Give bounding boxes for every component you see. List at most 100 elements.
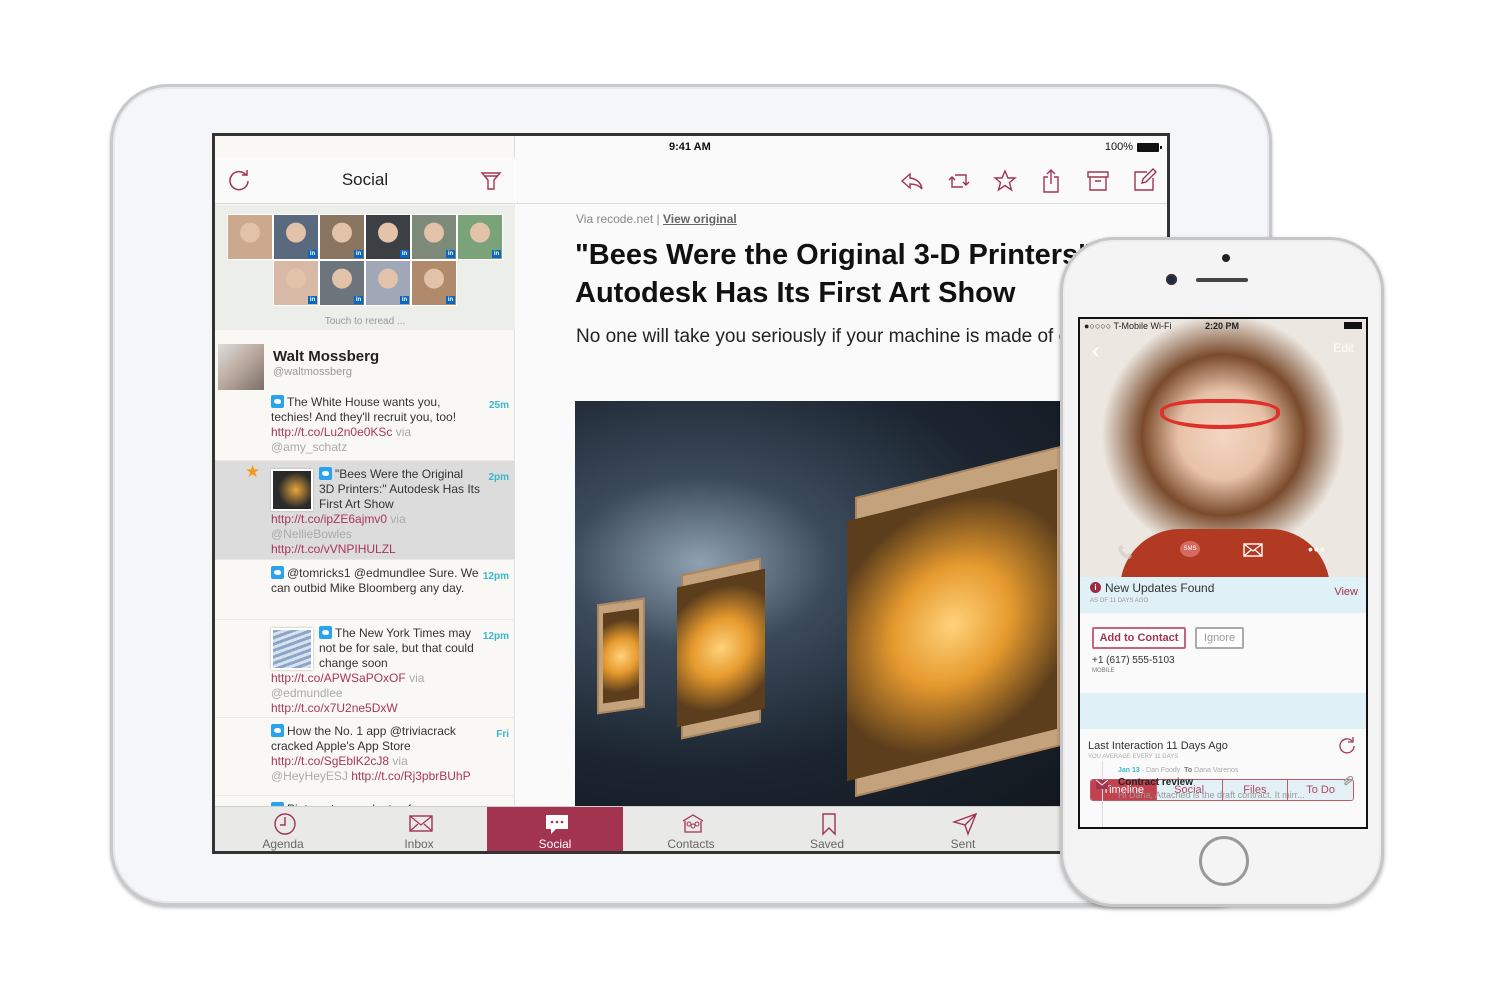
article-photo[interactable] [575,401,1075,806]
iphone-device: ●○○○○ T-Mobile Wi-Fi 2:20 PM ‹ Edit SMS … [1060,237,1384,907]
author-name: Walt Mossberg [273,348,380,365]
tweet-source[interactable]: @amy_schatz [271,440,347,454]
twitter-icon [271,724,284,737]
iphone-speaker [1196,278,1248,282]
phone-number[interactable]: +1 (617) 555-5103 [1092,655,1175,666]
iphone-camera [1166,274,1177,285]
avatar-grid[interactable]: Touch to reread ... in in in in in in in in in [215,205,515,330]
view-original-link[interactable]: View original [663,212,737,226]
iphone-battery-icon [1344,322,1362,329]
author-avatar[interactable] [218,344,264,390]
article-source: Via recode.net | View original [576,212,737,226]
avatar[interactable]: in [319,260,365,306]
tweet-item[interactable]: The White House wants you, techies! And … [215,389,515,461]
tweet-item[interactable]: The New York Times may not be for sale, … [215,620,515,718]
tweet-item[interactable]: @tomricks1 @edmundlee Sure. We can outbi… [215,560,515,620]
ipad-screen: iPad 9:41 AM 100% Social Touch to reread… [212,133,1170,854]
carrier: ●○○○○ T-Mobile Wi-Fi [1084,321,1172,331]
tweet-link[interactable]: http://t.co/APWSaPOxOF [271,671,406,685]
starred-icon[interactable]: ★ [245,463,260,480]
phone-icon[interactable] [1118,544,1134,560]
edit-button[interactable]: Edit [1333,341,1354,355]
updates-banner: i New Updates Found AS OF 11 DAYS AGO Vi… [1080,577,1366,613]
phone-type: MOBILE [1092,668,1115,674]
avatar[interactable]: in [411,214,457,260]
add-to-contact-button[interactable]: Add to Contact [1092,627,1186,649]
battery-icon [1137,142,1162,152]
avatar[interactable]: in [457,214,503,260]
archive-icon[interactable] [1086,170,1110,192]
zigzag-divider [215,326,515,334]
interaction-subtitle: YOU AVERAGE EVERY 11 DAYS [1088,754,1179,760]
envelope-icon [409,815,433,832]
tweet-text: @tomricks1 @edmundlee Sure. We can outbi… [271,566,479,595]
tweet-link[interactable]: http://t.co/SgEblK2cJ8 [271,754,389,768]
tweet-link[interactable]: http://t.co/x7U2ne5DxW [271,701,398,715]
battery-percent: 100% [1104,141,1133,153]
tab-bar: Agenda Inbox Social Contacts Saved Sent [215,806,1167,851]
avatar[interactable]: in [273,260,319,306]
more-icon[interactable]: ••• [1308,541,1326,557]
tweet-item[interactable]: ★ "Bees Were the Original 3D Printers:" A… [215,461,515,560]
mail-icon[interactable] [1243,543,1263,557]
sms-icon[interactable]: SMS [1180,541,1200,557]
tweet-source[interactable]: @HeyHeyESJ [271,769,348,783]
compose-icon[interactable] [1133,168,1157,192]
filter-icon[interactable] [480,170,502,192]
feed-title: Social [341,170,389,189]
avatar[interactable]: in [411,260,457,306]
tweet-thumbnail[interactable] [271,628,313,670]
author-header[interactable]: Walt Mossberg @waltmossberg [215,334,515,390]
article-toolbar [516,158,1167,204]
refresh-icon[interactable] [1338,737,1356,755]
ignore-button[interactable]: Ignore [1195,627,1244,649]
tab-saved[interactable]: Saved [759,807,895,851]
retweet-icon[interactable] [947,170,971,192]
twitter-icon [271,395,284,408]
twitter-icon [319,626,332,639]
tweet-link[interactable]: http://t.co/Rj3pbrBUhP [351,769,470,783]
linkedin-icon: in [308,296,317,304]
clock: 9:41 AM [669,141,711,153]
share-icon[interactable] [1040,168,1062,194]
tweet-source[interactable]: @NellieBowles [271,527,352,541]
avatar[interactable]: in [319,214,365,260]
tab-inbox[interactable]: Inbox [351,807,487,851]
tweet-text: "Bees Were the Original 3D Printers:" Au… [319,467,480,511]
back-button[interactable]: ‹ [1092,337,1100,365]
chat-bubble-icon [546,815,568,834]
tweet-source[interactable]: @edmundlee [271,686,343,700]
reply-icon[interactable] [900,170,924,192]
tweet-link[interactable]: http://t.co/Lu2n0e0KSc [271,425,392,439]
avatar[interactable] [227,214,273,260]
tab-label: Sent [950,837,976,851]
contacts-icon [682,814,704,833]
tab-agenda[interactable]: Agenda [215,807,351,851]
tweet-thumbnail[interactable] [271,469,313,511]
avatar[interactable]: in [365,260,411,306]
tab-sent[interactable]: Sent [895,807,1031,851]
view-updates-link[interactable]: View [1334,586,1358,598]
bookmark-icon [822,813,836,836]
linkedin-icon: in [446,296,455,304]
contact-photo [1080,319,1366,589]
tweet-time: 12pm [482,571,509,582]
tweet-text: The White House wants you, techies! And … [271,395,457,424]
tweet-time: 12pm [482,631,509,642]
art-frame-small [597,597,645,715]
linkedin-icon: in [354,250,363,258]
envelope-icon [1096,780,1108,789]
tweet-item[interactable]: How the No. 1 app @triviacrack cracked A… [215,718,515,796]
tweet-time: 25m [488,400,509,411]
avatar[interactable]: in [365,214,411,260]
updates-subtitle: AS OF 11 DAYS AGO [1090,598,1149,604]
tab-contacts[interactable]: Contacts [623,807,759,851]
star-icon[interactable] [993,169,1017,193]
tweet-link[interactable]: http://t.co/vVNPIHULZL [271,542,396,556]
home-button[interactable] [1199,836,1249,886]
tab-social[interactable]: Social [487,807,623,851]
tweet-link[interactable]: http://t.co/ipZE6ajmv0 [271,512,387,526]
avatar[interactable]: in [273,214,319,260]
tweet-time: Fri [496,729,509,740]
tab-label: Inbox [404,837,434,851]
